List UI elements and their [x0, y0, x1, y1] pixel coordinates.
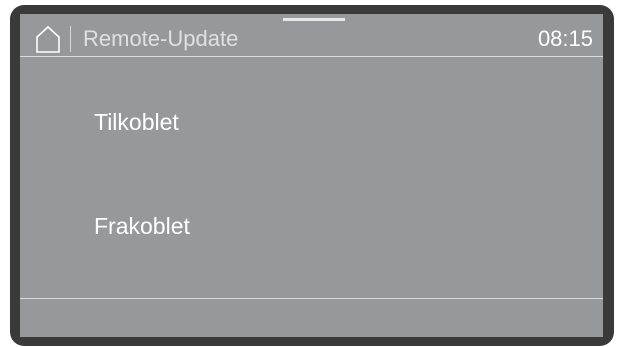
- clock: 08:15: [537, 26, 593, 51]
- header-bar: Remote-Update 08:15: [20, 14, 603, 56]
- display-screen: Remote-Update 08:15 Tilkoblet Frakoblet: [20, 14, 603, 337]
- header-separator: [20, 56, 603, 57]
- option-disconnected[interactable]: Frakoblet: [94, 211, 190, 241]
- home-button[interactable]: [34, 24, 62, 54]
- page-title: Remote-Update: [83, 26, 239, 51]
- header-divider: [70, 26, 71, 52]
- footer-separator: [20, 298, 603, 299]
- home-icon: [36, 25, 60, 53]
- option-connected[interactable]: Tilkoblet: [94, 107, 179, 137]
